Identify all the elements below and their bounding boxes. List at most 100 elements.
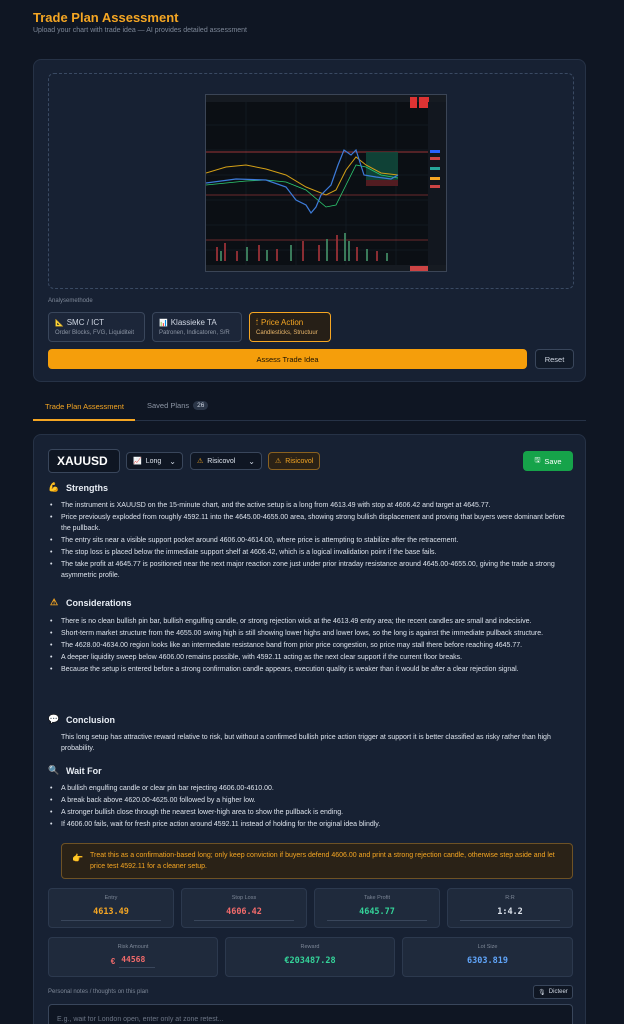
list-item: Short-term market structure from the 465… (48, 628, 573, 639)
stat-risk-reward: R:R 1:4.2 (447, 888, 573, 928)
currency-symbol: € (110, 957, 116, 966)
assess-trade-button[interactable]: Assess Trade Idea (48, 349, 527, 369)
tab-saved-label: Saved Plans (147, 401, 190, 410)
list-item: There is no clean bullish pin bar, bulli… (48, 616, 573, 627)
stat-value: 6303.819 (467, 956, 508, 966)
stat-take-profit: Take Profit 4645.77 (314, 888, 440, 928)
conclusion-text: This long setup has attractive reward re… (61, 734, 551, 752)
risk-select-value: Risicovol (207, 457, 236, 465)
risk-amount-input[interactable]: 44568 (119, 955, 156, 968)
symbol-field[interactable]: XAUUSD (48, 449, 120, 473)
stat-value: 1:4.2 (497, 907, 523, 917)
warning-icon: ⚠ (197, 458, 204, 465)
waitfor-title: Wait For (66, 765, 102, 776)
stat-value: 4613.49 (93, 907, 129, 917)
considerations-title: Considerations (66, 597, 132, 608)
strengths-title: Strengths (66, 482, 109, 493)
magnifier-icon: 🔍 (48, 765, 60, 775)
save-label: Save (544, 456, 562, 466)
stat-stop-loss: Stop Loss 4606.42 (181, 888, 307, 928)
chart-thumbnail (206, 95, 446, 271)
stat-reward: Reward €203487.28 (225, 937, 395, 977)
method-subtitle: Order Blocks, FVG, Liquiditeit (55, 330, 135, 336)
active-tab-indicator (33, 419, 135, 421)
tab-saved-plans[interactable]: Saved Plans 26 (147, 401, 209, 410)
method-price-action[interactable]: 🕯 Price Action Candlesticks, Structuur (249, 312, 331, 342)
stat-label: R:R (505, 895, 515, 901)
list-item: The 4628.00-4634.00 region looks like an… (48, 640, 573, 651)
stat-label: Entry (104, 895, 118, 901)
list-item: Price previously exploded from roughly 4… (48, 512, 573, 534)
method-subtitle: Candlesticks, Structuur (256, 330, 318, 336)
save-button[interactable]: 🖫 Save (523, 451, 573, 471)
speech-bubble-icon: 💬 (48, 714, 60, 724)
chart-screenshot (205, 94, 447, 272)
chart-icon: 📈 (133, 458, 142, 465)
analysis-method-label: Analysemethode (48, 298, 93, 304)
stat-lot-size: Lot Size 6303.819 (402, 937, 573, 977)
conclusion-heading: 💬 Conclusion (48, 714, 115, 725)
chart-icon: 📊 (159, 319, 168, 327)
method-classic-ta[interactable]: 📊 Klassieke TA Patronen, Indicatoren, S/R (152, 312, 242, 342)
stat-risk-amount: Risk Amount € 44568 (48, 937, 218, 977)
ruler-icon: 📐 (55, 319, 64, 327)
upload-card: Analysemethode 📐 SMC / ICT Order Blocks, … (33, 59, 586, 382)
confirmation-tip: 👉 Treat this as a confirmation-based lon… (61, 843, 573, 879)
conclusion-title: Conclusion (66, 714, 115, 725)
stat-label: Reward (300, 944, 320, 950)
list-item: Because the setup is entered before a st… (48, 664, 573, 675)
list-item: A deeper liquidity sweep below 4606.00 r… (48, 652, 573, 663)
stat-label: Stop Loss (231, 895, 257, 901)
floppy-icon: 🖫 (534, 456, 541, 464)
considerations-heading: ⚠ Considerations (48, 597, 132, 608)
considerations-list: There is no clean bullish pin bar, bulli… (48, 616, 573, 676)
result-tabs: Trade Plan Assessment Saved Plans 26 (33, 397, 586, 421)
method-subtitle: Patronen, Indicatoren, S/R (159, 330, 230, 336)
list-item: A break back above 4620.00-4625.00 follo… (48, 795, 573, 806)
risk-badge: ⚠ Risicovol (268, 452, 321, 470)
warning-icon: ⚠ (275, 458, 282, 465)
list-item: The entry sits near a visible support po… (48, 535, 573, 546)
direction-value: Long (145, 457, 162, 465)
tab-assessment[interactable]: Trade Plan Assessment (45, 402, 124, 411)
stat-label: Lot Size (477, 944, 498, 950)
list-item: A bullish engulfing candle or clear pin … (48, 783, 573, 794)
pointing-hand-icon: 👉 (72, 853, 84, 863)
direction-select[interactable]: 📈 Long ⌄ (126, 452, 183, 470)
risk-select[interactable]: ⚠ Risicovol ⌄ (190, 452, 262, 470)
stat-label: Risk Amount (117, 944, 149, 950)
list-item: The take profit at 4645.77 is positioned… (48, 559, 573, 581)
chevron-down-icon: ⌄ (248, 456, 255, 466)
reset-button[interactable]: Reset (535, 349, 574, 369)
stat-value: 4645.77 (359, 907, 395, 917)
list-item: The instrument is XAUUSD on the 15-minut… (48, 500, 573, 511)
notes-label: Personal notes / thoughts on this plan (48, 989, 149, 995)
list-item: If 4606.00 fails, wait for fresh price a… (48, 819, 573, 830)
page-title: Trade Plan Assessment (33, 10, 179, 25)
dictate-button[interactable]: 🎙 Dicteer (533, 985, 573, 999)
strengths-list: The instrument is XAUUSD on the 15-minut… (48, 500, 573, 582)
stat-value: 4606.42 (226, 907, 262, 917)
saved-count-badge: 26 (193, 401, 209, 410)
chevron-down-icon: ⌄ (169, 456, 176, 466)
strengths-heading: 💪 Strengths (48, 482, 108, 493)
chart-dropzone[interactable] (48, 73, 574, 289)
page-subtitle: Upload your chart with trade idea — AI p… (33, 27, 248, 34)
dictate-label: Dicteer (548, 989, 568, 995)
warning-icon: ⚠ (49, 597, 59, 607)
method-title: SMC / ICT (66, 318, 105, 327)
list-item: A stronger bullish close through the nea… (48, 807, 573, 818)
method-smc-ict[interactable]: 📐 SMC / ICT Order Blocks, FVG, Liquiditei… (48, 312, 145, 342)
candle-icon: 🕯 (256, 318, 258, 326)
notes-input[interactable] (48, 1004, 573, 1024)
microphone-icon: 🎙 (538, 989, 546, 996)
risk-badge-label: Risicovol (285, 457, 314, 465)
waitfor-heading: 🔍 Wait For (48, 765, 102, 776)
stat-entry: Entry 4613.49 (48, 888, 174, 928)
list-item: The stop loss is placed below the immedi… (48, 547, 573, 558)
muscle-icon: 💪 (48, 482, 60, 492)
waitfor-list: A bullish engulfing candle or clear pin … (48, 783, 573, 831)
stat-value: €203487.28 (284, 956, 336, 966)
tip-text: Treat this as a confirmation-based long;… (90, 852, 555, 870)
method-title: Klassieke TA (170, 318, 217, 327)
